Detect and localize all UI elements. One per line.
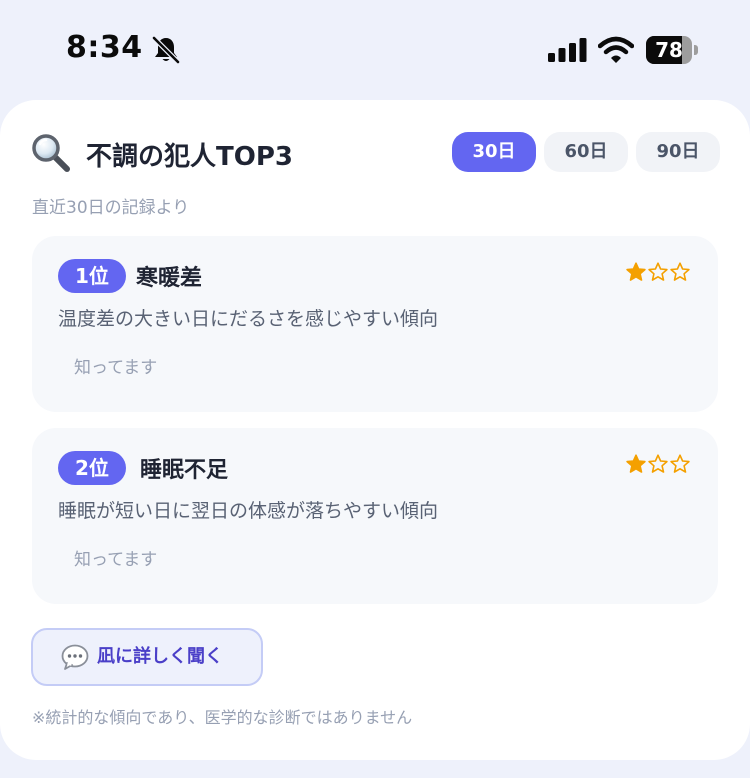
card-header: 不調の犯人TOP3 30日 60日 90日 <box>30 132 720 176</box>
wifi-icon <box>598 36 634 63</box>
battery-icon: 78 <box>646 36 698 64</box>
ask-nagi-button[interactable]: 凪に詳しく聞く <box>31 628 263 686</box>
already-know-button[interactable]: 知ってます <box>58 346 173 390</box>
star-filled-icon <box>626 262 646 281</box>
culprit-description: 睡眠が短い日に翌日の体感が落ちやすい傾向 <box>58 500 439 522</box>
ranking-item-2: 2位 睡眠不足 睡眠が短い日に翌日の体感が落ちやすい傾向 知ってます <box>32 428 718 604</box>
severity-rating <box>626 454 690 474</box>
disclaimer-text: ※統計的な傾向であり、医学的な診断ではありません <box>32 708 413 727</box>
ask-nagi-label: 凪に詳しく聞く <box>97 646 223 667</box>
rank-badge: 1位 <box>58 259 126 293</box>
culprit-description: 温度差の大きい日にだるさを感じやすい傾向 <box>58 308 439 330</box>
cellular-signal-icon <box>548 38 587 62</box>
culprit-name: 寒暖差 <box>136 266 203 291</box>
card-subtitle: 直近30日の記録より <box>32 198 190 218</box>
magnifying-glass-icon <box>32 134 70 172</box>
star-empty-icon <box>648 454 668 473</box>
rank-badge: 2位 <box>58 451 126 485</box>
culprit-name: 睡眠不足 <box>140 458 229 483</box>
status-bar: 8:34 78 <box>0 0 750 100</box>
culprit-ranking-card: 不調の犯人TOP3 30日 60日 90日 直近30日の記録より 1位 寒暖差 … <box>0 100 750 760</box>
bell-slash-icon <box>152 36 180 64</box>
card-title: 不調の犯人TOP3 <box>86 142 293 172</box>
ranking-item-1: 1位 寒暖差 温度差の大きい日にだるさを感じやすい傾向 知ってます <box>32 236 718 412</box>
severity-rating <box>626 262 690 282</box>
already-know-button[interactable]: 知ってます <box>58 538 173 582</box>
period-tabs: 30日 60日 90日 <box>452 132 720 172</box>
star-empty-icon <box>670 262 690 281</box>
tab-30-days[interactable]: 30日 <box>452 132 536 172</box>
tab-90-days[interactable]: 90日 <box>636 132 720 172</box>
star-empty-icon <box>648 262 668 281</box>
speech-bubble-icon <box>61 644 89 670</box>
status-time: 8:34 <box>66 30 143 65</box>
star-filled-icon <box>626 454 646 473</box>
battery-percentage: 78 <box>655 38 683 62</box>
star-empty-icon <box>670 454 690 473</box>
tab-60-days[interactable]: 60日 <box>544 132 628 172</box>
